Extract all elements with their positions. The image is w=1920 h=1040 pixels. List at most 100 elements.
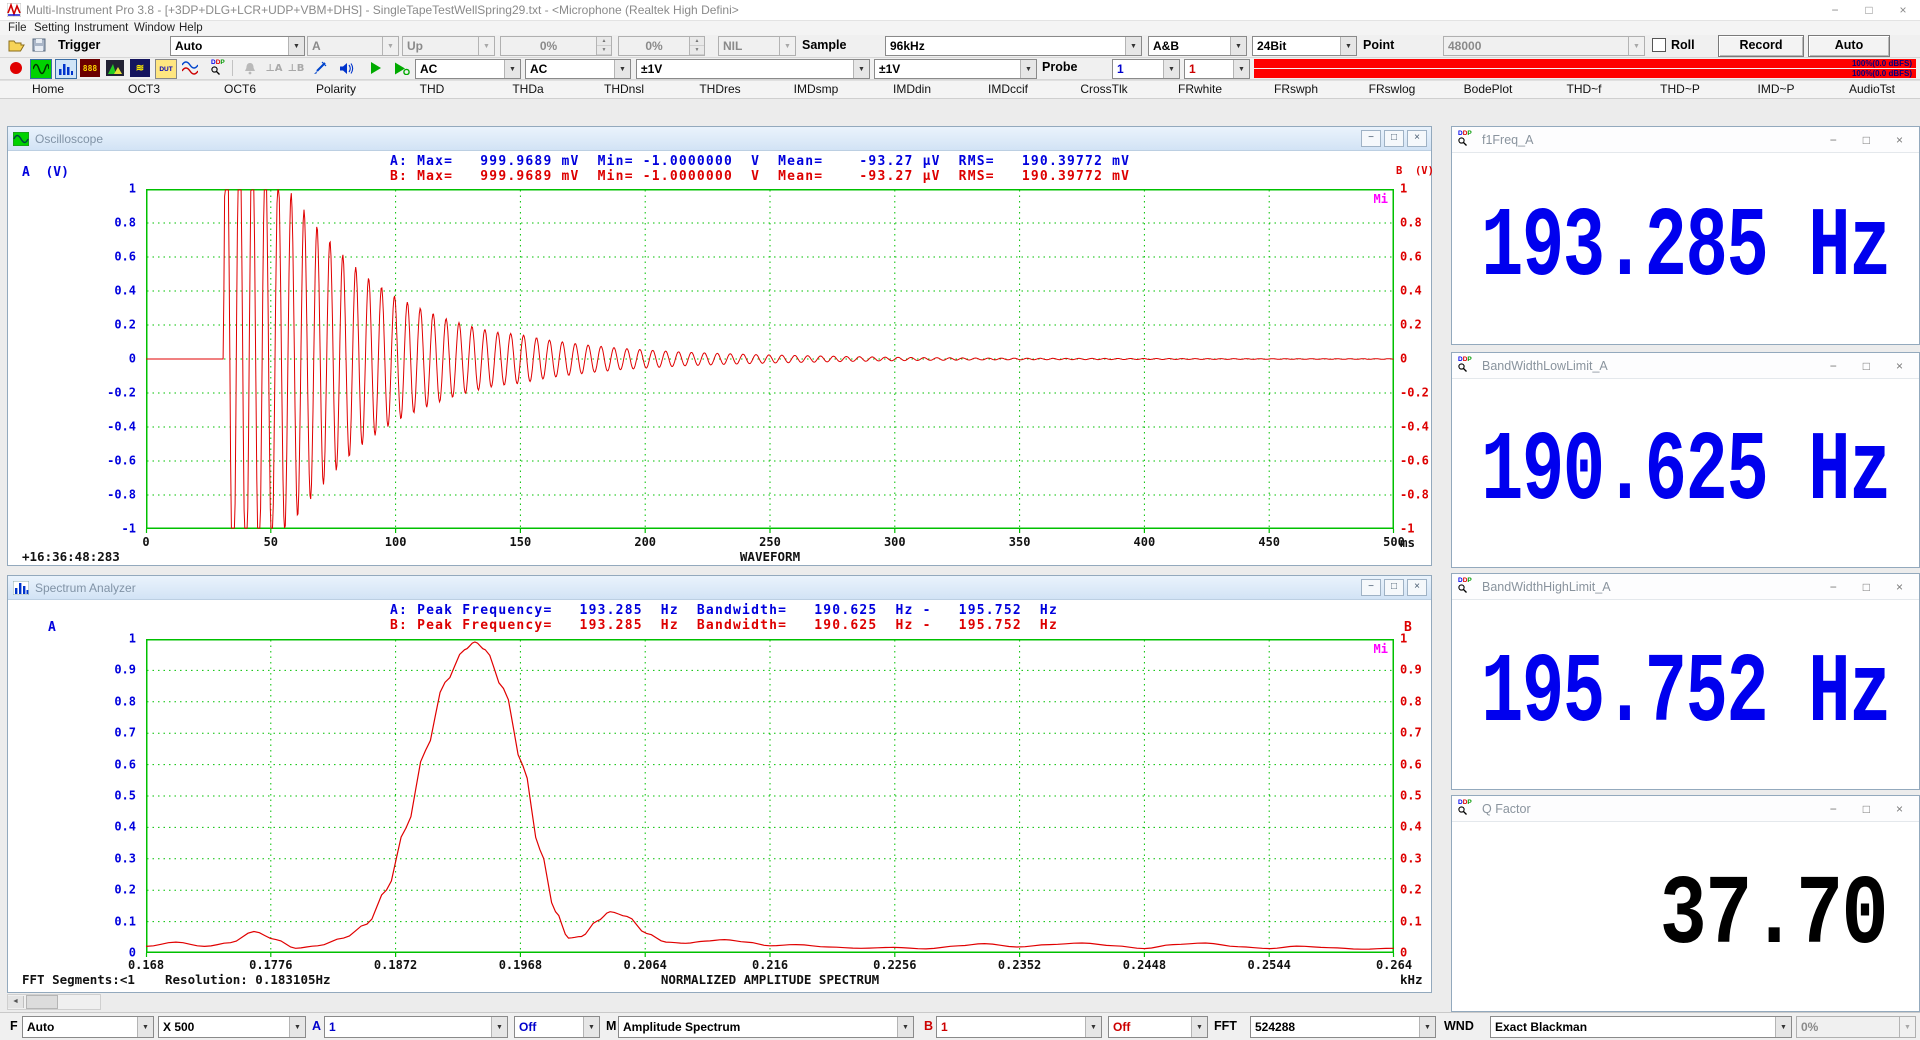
run-continuous-icon[interactable] bbox=[392, 59, 412, 77]
tab-imdccif[interactable]: IMDccif bbox=[960, 81, 1056, 98]
ddp-viewer-icon[interactable]: DDP bbox=[205, 59, 225, 77]
hold-channel-b-icon[interactable]: ⊥B bbox=[286, 59, 306, 77]
menu-window[interactable]: Window bbox=[134, 21, 175, 35]
scroll-left-icon[interactable]: ◄ bbox=[8, 996, 24, 1008]
panel-maximize-button[interactable]: □ bbox=[1863, 359, 1870, 373]
tab-polarity[interactable]: Polarity bbox=[288, 81, 384, 98]
coupling-a-dropdown[interactable]: AC▼ bbox=[415, 59, 521, 79]
record-stop-icon[interactable] bbox=[6, 59, 26, 77]
display-mode-dropdown[interactable]: Amplitude Spectrum▼ bbox=[618, 1016, 914, 1038]
probe-a-dropdown[interactable]: 1▼ bbox=[1112, 59, 1180, 79]
oscilloscope-icon[interactable] bbox=[30, 59, 52, 79]
ddp-panel-title-bar[interactable]: DDPBandWidthHighLimit_A−□× bbox=[1452, 574, 1919, 600]
panel-close-button[interactable]: × bbox=[1407, 130, 1427, 147]
panel-close-button[interactable]: × bbox=[1896, 580, 1903, 594]
record-button[interactable]: Record bbox=[1718, 35, 1804, 57]
multimeter-icon[interactable]: 888 bbox=[80, 59, 100, 77]
tab-frwhite[interactable]: FRwhite bbox=[1152, 81, 1248, 98]
ddp-panel-title-bar[interactable]: DDPf1Freq_A−□× bbox=[1452, 127, 1919, 153]
tab-bodeplot[interactable]: BodePlot bbox=[1440, 81, 1536, 98]
panel-restore-button[interactable]: □ bbox=[1384, 579, 1404, 596]
tab-imddin[interactable]: IMDdin bbox=[864, 81, 960, 98]
spectrum-plot[interactable]: Mi bbox=[146, 639, 1394, 953]
tab-frswph[interactable]: FRswph bbox=[1248, 81, 1344, 98]
tab-thd[interactable]: THD bbox=[384, 81, 480, 98]
menu-help[interactable]: Help bbox=[179, 21, 203, 35]
panel-minimize-button[interactable]: − bbox=[1830, 580, 1837, 594]
tab-oct6[interactable]: OCT6 bbox=[192, 81, 288, 98]
trigger-delay-spinner[interactable]: 0% ▲▼ bbox=[618, 36, 705, 56]
sampling-channels-dropdown[interactable]: A&B▼ bbox=[1148, 36, 1247, 56]
open-file-icon[interactable] bbox=[6, 36, 26, 54]
roll-checkbox[interactable]: Roll bbox=[1652, 38, 1695, 52]
horizontal-scrollbar[interactable]: ◄ bbox=[7, 994, 101, 1010]
panel-maximize-button[interactable]: □ bbox=[1863, 133, 1870, 147]
derived-data-curve-icon[interactable] bbox=[180, 59, 200, 77]
menu-setting[interactable]: Setting bbox=[34, 21, 70, 35]
sampling-bits-dropdown[interactable]: 24Bit▼ bbox=[1252, 36, 1357, 56]
ddp-panel-title-bar[interactable]: DDPBandWidthLowLimit_A−□× bbox=[1452, 353, 1919, 379]
tab-thd~p[interactable]: THD~P bbox=[1632, 81, 1728, 98]
tab-audiotst[interactable]: AudioTst bbox=[1824, 81, 1920, 98]
save-icon[interactable] bbox=[29, 36, 49, 54]
oscilloscope-plot[interactable]: Mi bbox=[146, 189, 1394, 529]
panel-minimize-button[interactable]: − bbox=[1830, 802, 1837, 816]
spectrum-3d-plot-icon[interactable] bbox=[105, 59, 125, 77]
tab-crosstlk[interactable]: CrossTlk bbox=[1056, 81, 1152, 98]
menu-instrument[interactable]: Instrument bbox=[74, 21, 128, 35]
panel-minimize-button[interactable]: − bbox=[1361, 130, 1381, 147]
calibration-probe-icon[interactable] bbox=[310, 59, 330, 77]
auto-scale-button[interactable]: Auto bbox=[1808, 35, 1890, 57]
trigger-edge-dropdown[interactable]: Up▼ bbox=[402, 36, 495, 56]
trigger-level-spinner[interactable]: 0% ▲▼ bbox=[500, 36, 612, 56]
channel-b-trace-dropdown[interactable]: 1▼ bbox=[936, 1016, 1102, 1038]
tab-thdres[interactable]: THDres bbox=[672, 81, 768, 98]
zoom-factor-dropdown[interactable]: X 500▼ bbox=[158, 1016, 306, 1038]
sound-device-icon[interactable] bbox=[240, 59, 260, 77]
menu-file[interactable]: File bbox=[8, 21, 27, 35]
window-maximize-button[interactable]: □ bbox=[1852, 0, 1886, 20]
panel-minimize-button[interactable]: − bbox=[1830, 359, 1837, 373]
trigger-mode-dropdown[interactable]: Auto▼ bbox=[170, 36, 305, 56]
scrollbar-thumb[interactable] bbox=[26, 995, 58, 1009]
device-test-plan-icon[interactable]: DUT bbox=[155, 59, 177, 79]
panel-close-button[interactable]: × bbox=[1896, 133, 1903, 147]
hold-channel-a-icon[interactable]: ⊥A bbox=[264, 59, 284, 77]
tab-imd~p[interactable]: IMD~P bbox=[1728, 81, 1824, 98]
window-function-dropdown[interactable]: Exact Blackman▼ bbox=[1490, 1016, 1792, 1038]
record-length-dropdown[interactable]: 48000▼ bbox=[1443, 36, 1645, 56]
channel-a-mode-dropdown[interactable]: Off▼ bbox=[514, 1016, 600, 1038]
tab-thda[interactable]: THDa bbox=[480, 81, 576, 98]
signal-generator-icon[interactable]: ≋ bbox=[130, 59, 150, 77]
fft-points-dropdown[interactable]: 524288▼ bbox=[1250, 1016, 1436, 1038]
panel-close-button[interactable]: × bbox=[1896, 359, 1903, 373]
tab-thdnsl[interactable]: THDnsl bbox=[576, 81, 672, 98]
oscilloscope-title-bar[interactable]: Oscilloscope − □ × bbox=[8, 127, 1431, 151]
sampling-rate-dropdown[interactable]: 96kHz▼ bbox=[885, 36, 1142, 56]
panel-close-button[interactable]: × bbox=[1407, 579, 1427, 596]
probe-b-dropdown[interactable]: 1▼ bbox=[1184, 59, 1250, 79]
channel-b-mode-dropdown[interactable]: Off▼ bbox=[1108, 1016, 1208, 1038]
window-minimize-button[interactable]: − bbox=[1818, 0, 1852, 20]
spectrum-title-bar[interactable]: Spectrum Analyzer − □ × bbox=[8, 576, 1431, 600]
panel-restore-button[interactable]: □ bbox=[1384, 130, 1404, 147]
tab-frswlog[interactable]: FRswlog bbox=[1344, 81, 1440, 98]
window-close-button[interactable]: × bbox=[1886, 0, 1920, 20]
tab-home[interactable]: Home bbox=[0, 81, 96, 98]
tab-imdsmp[interactable]: IMDsmp bbox=[768, 81, 864, 98]
panel-maximize-button[interactable]: □ bbox=[1863, 580, 1870, 594]
panel-minimize-button[interactable]: − bbox=[1361, 579, 1381, 596]
panel-maximize-button[interactable]: □ bbox=[1863, 802, 1870, 816]
speaker-icon[interactable] bbox=[336, 59, 356, 77]
spectrum-analyzer-icon[interactable] bbox=[55, 59, 77, 79]
range-a-dropdown[interactable]: ±1V▼ bbox=[636, 59, 870, 79]
ddp-panel-title-bar[interactable]: DDPQ Factor−□× bbox=[1452, 796, 1919, 822]
panel-close-button[interactable]: × bbox=[1896, 802, 1903, 816]
tab-thd~f[interactable]: THD~f bbox=[1536, 81, 1632, 98]
trigger-coupling-dropdown[interactable]: NIL▼ bbox=[718, 36, 796, 56]
overlap-dropdown[interactable]: 0%▼ bbox=[1796, 1016, 1916, 1038]
panel-minimize-button[interactable]: − bbox=[1830, 133, 1837, 147]
tab-oct3[interactable]: OCT3 bbox=[96, 81, 192, 98]
trigger-source-dropdown[interactable]: A▼ bbox=[307, 36, 399, 56]
sweep-mode-dropdown[interactable]: Auto▼ bbox=[22, 1016, 154, 1038]
